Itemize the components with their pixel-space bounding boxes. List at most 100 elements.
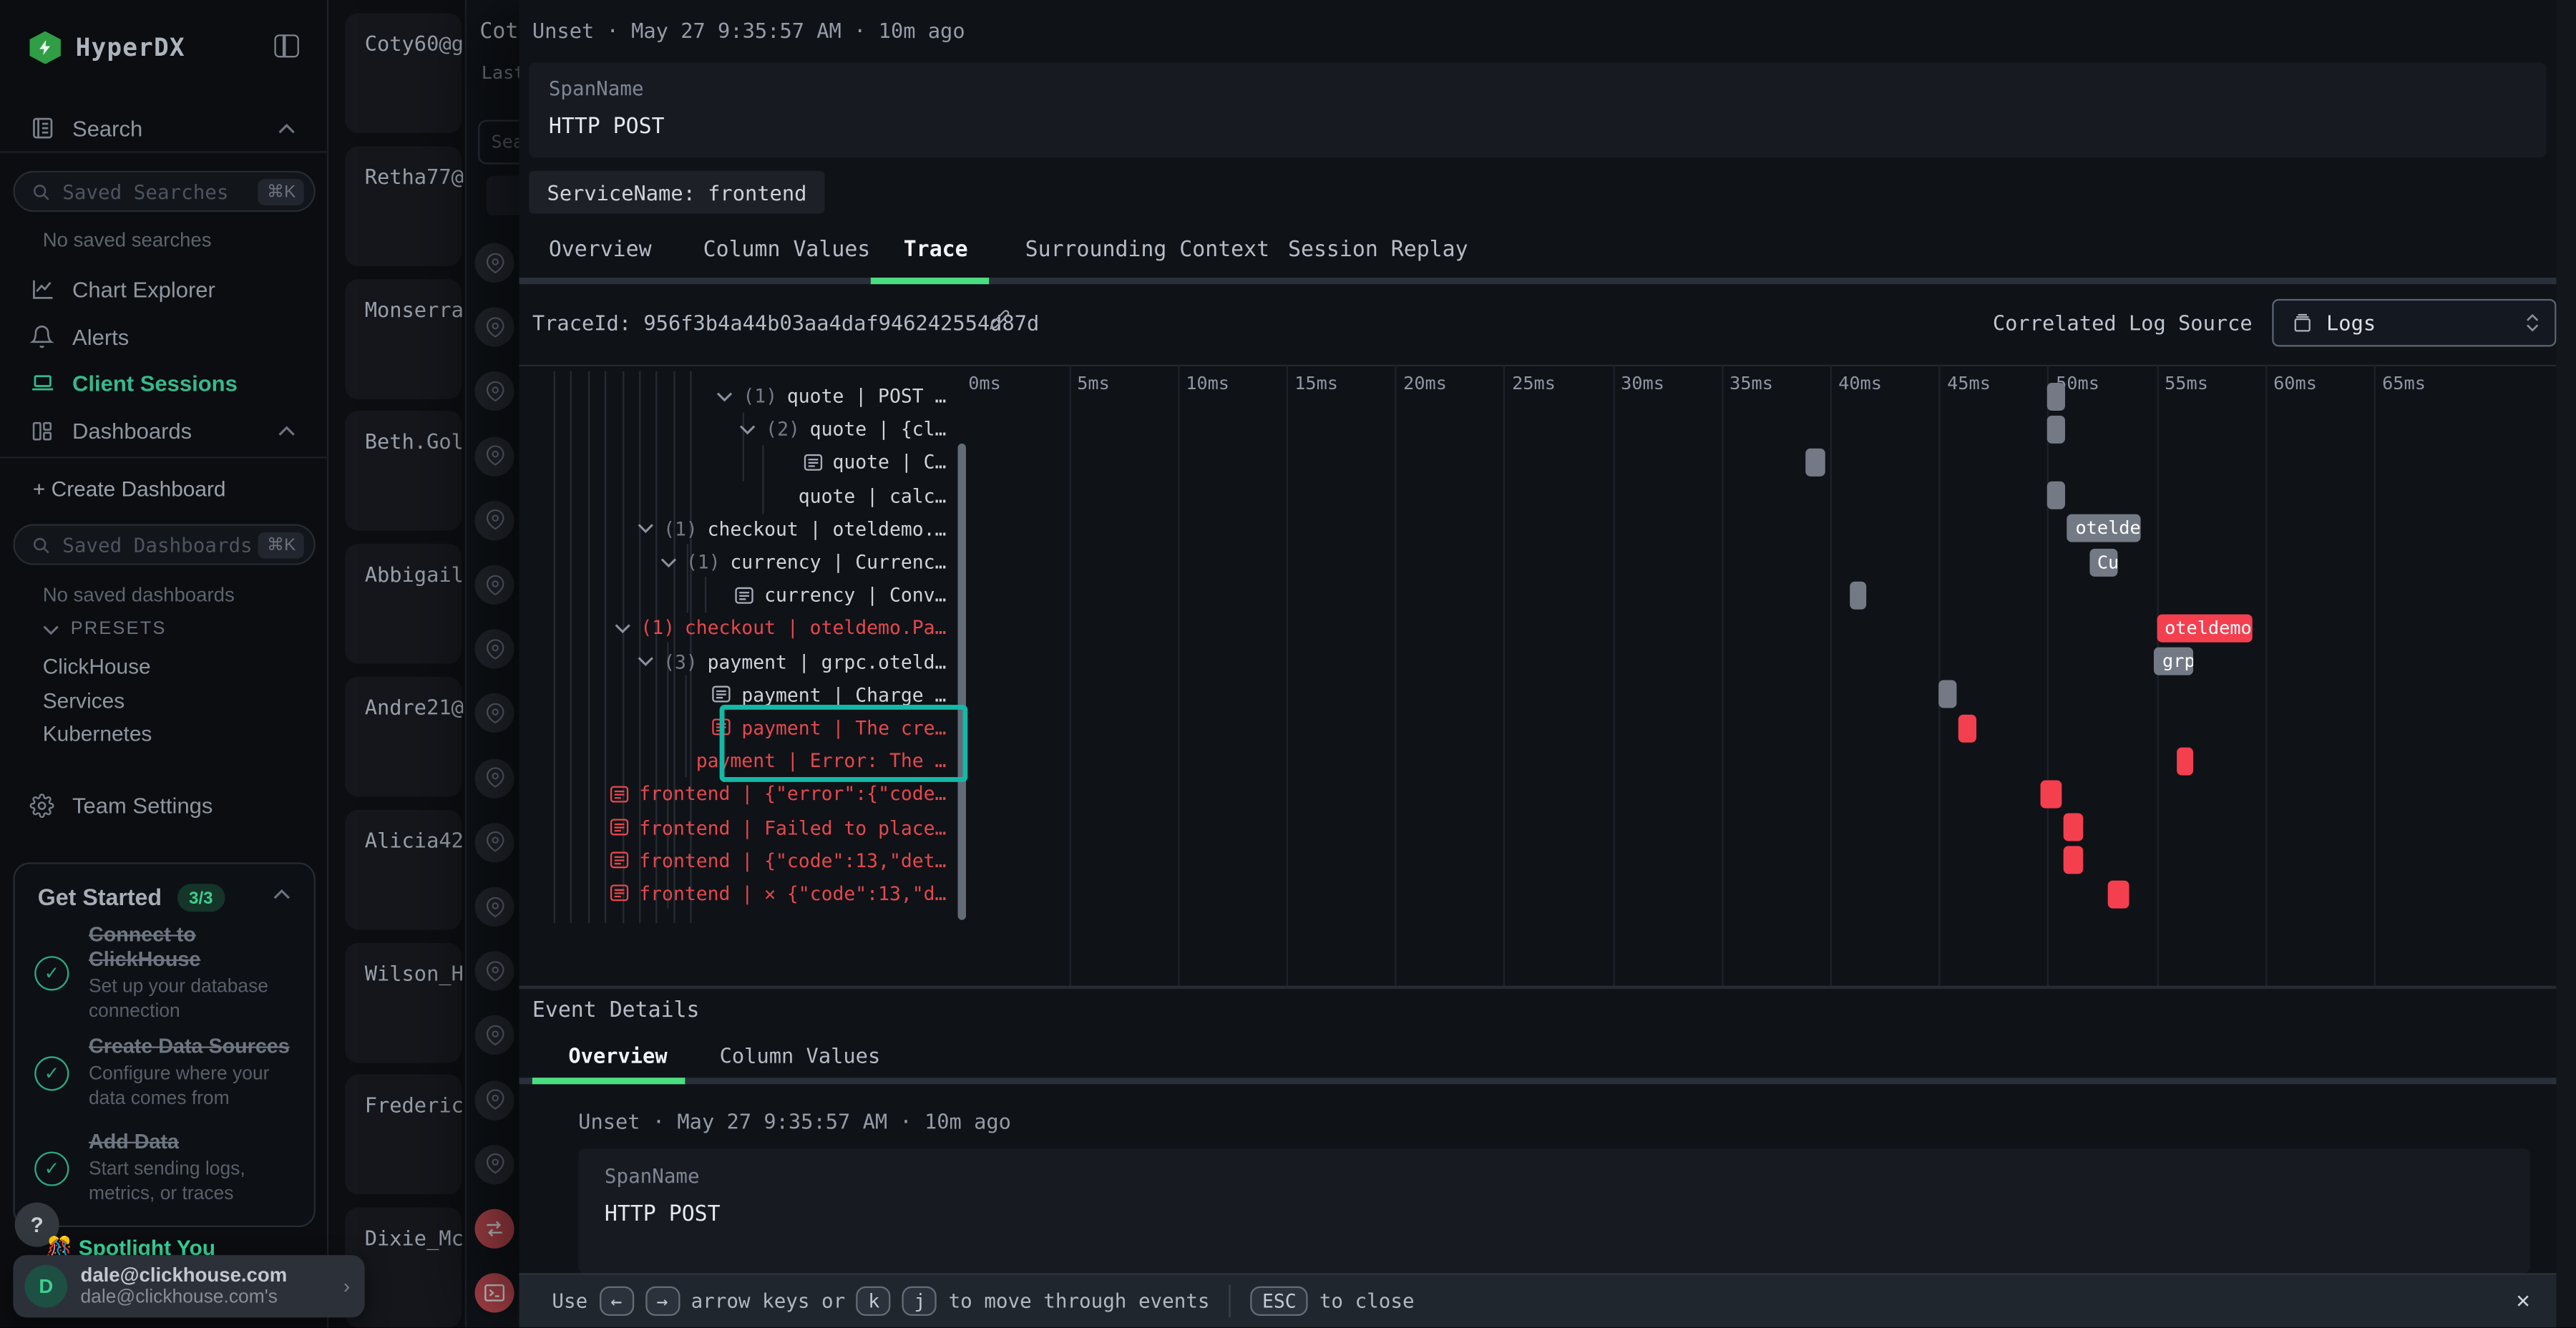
session-filter-button[interactable]: [487, 176, 519, 215]
span-bar[interactable]: oteldemo.: [2157, 614, 2253, 642]
user-menu[interactable]: D dale@clickhouse.com dale@clickhouse.co…: [13, 1255, 364, 1317]
span-bar[interactable]: [1939, 680, 1956, 708]
span-bar[interactable]: [1958, 714, 1976, 742]
tab-overview[interactable]: Overview: [549, 238, 652, 263]
divider: [519, 986, 2557, 990]
span-tree-row[interactable]: (2)quote | {cl…: [549, 413, 965, 446]
span-tree-row[interactable]: quote | C…: [549, 446, 965, 479]
preset-clickhouse[interactable]: ClickHouse: [43, 654, 151, 678]
pin-icon[interactable]: [475, 758, 514, 798]
span-tree-row[interactable]: quote | calc…: [549, 479, 965, 512]
sidebar: HyperDX Search Saved Searches ⌘K No save…: [0, 0, 328, 1327]
sidebar-item-client-sessions[interactable]: Client Sessions: [0, 360, 328, 406]
terminal-icon[interactable]: [475, 1274, 514, 1313]
gridline: [1178, 365, 1179, 986]
span-tree-row[interactable]: (3)payment | grpc.oteld…: [549, 645, 965, 678]
child-count: (1): [663, 517, 698, 540]
pin-icon[interactable]: [475, 436, 514, 476]
close-icon[interactable]: ✕: [2516, 1288, 2529, 1314]
pin-icon[interactable]: [475, 952, 514, 991]
log-doc-icon: [610, 851, 630, 869]
span-tree-row[interactable]: frontend | ✕ {"code":13,"d…: [549, 877, 965, 910]
esc-key[interactable]: ESC: [1251, 1286, 1308, 1316]
span-bar[interactable]: Cu: [2089, 548, 2117, 576]
chevron-down-icon[interactable]: [660, 556, 676, 567]
span-bar[interactable]: grpc: [2155, 648, 2194, 675]
tab-surrounding-context[interactable]: Surrounding Context: [1025, 238, 1269, 263]
chevron-down-icon[interactable]: [739, 424, 756, 435]
dashboard-grid-icon: [29, 418, 57, 442]
pin-icon[interactable]: [475, 823, 514, 862]
span-bar[interactable]: [2048, 415, 2065, 443]
create-dashboard-button[interactable]: + Create Dashboard: [33, 477, 226, 501]
chevron-down-icon[interactable]: [637, 523, 653, 534]
get-started-item[interactable]: ✓ Connect to ClickHouse Set up your data…: [34, 923, 299, 1023]
exchange-icon[interactable]: [475, 1209, 514, 1249]
span-bar[interactable]: oteldemo.: [2067, 514, 2141, 542]
chevron-down-icon[interactable]: [717, 390, 733, 401]
pin-icon[interactable]: [475, 630, 514, 669]
span-tree-row[interactable]: frontend | {"error":{"code…: [549, 778, 965, 811]
span-bar[interactable]: [2063, 814, 2084, 841]
service-name-chip[interactable]: ServiceName: frontend: [529, 171, 824, 214]
pin-icon[interactable]: [475, 243, 514, 283]
sidebar-item-alerts[interactable]: Alerts: [0, 314, 328, 360]
span-bar[interactable]: [2048, 482, 2065, 509]
arrow-right-key[interactable]: →: [645, 1286, 679, 1316]
sidebar-item-search[interactable]: Search: [0, 105, 328, 151]
span-bar[interactable]: [2063, 846, 2084, 874]
tab-column-values[interactable]: Column Values: [703, 238, 871, 263]
get-started-item[interactable]: ✓ Create Data Sources Configure where yo…: [34, 1035, 299, 1110]
pin-icon[interactable]: [475, 1016, 514, 1055]
sidebar-item-chart-explorer[interactable]: Chart Explorer: [0, 266, 328, 312]
pin-icon[interactable]: [475, 694, 514, 733]
pin-icon[interactable]: [475, 887, 514, 927]
span-tree-row[interactable]: (1)quote | POST …: [549, 379, 965, 412]
tab-trace[interactable]: Trace: [904, 238, 968, 263]
pin-icon[interactable]: [475, 501, 514, 540]
tree-scrollbar[interactable]: [958, 444, 965, 920]
pin-icon[interactable]: [475, 1080, 514, 1120]
pin-icon[interactable]: [475, 308, 514, 347]
span-tree-row[interactable]: (1)checkout | oteldemo.…: [549, 512, 965, 545]
span-bar[interactable]: [1850, 581, 1867, 609]
get-started-item[interactable]: ✓ Add Data Start sending logs, metrics, …: [34, 1131, 299, 1206]
j-key[interactable]: j: [902, 1286, 937, 1316]
presets-header[interactable]: PRESETS: [43, 620, 167, 640]
event-details-tab-overview[interactable]: Overview: [568, 1043, 667, 1068]
pin-icon[interactable]: [475, 372, 514, 411]
correlated-log-source-select[interactable]: Logs: [2272, 299, 2556, 347]
get-started-card: Get Started 3/3 ✓ Connect to ClickHouse …: [13, 862, 315, 1227]
axis-tick-label: 35ms: [1729, 373, 1773, 394]
sidebar-item-dashboards[interactable]: Dashboards: [0, 407, 328, 453]
session-user-name: Coty60@g: [365, 31, 465, 56]
pin-icon[interactable]: [475, 565, 514, 605]
preset-services[interactable]: Services: [43, 688, 125, 713]
saved-dashboards-input[interactable]: Saved Dashboards ⌘K: [13, 524, 315, 565]
k-key[interactable]: k: [857, 1286, 891, 1316]
session-search-input[interactable]: Search: [478, 120, 519, 165]
span-bar[interactable]: [2048, 382, 2065, 410]
pin-icon[interactable]: [475, 1145, 514, 1184]
span-tree-row[interactable]: frontend | Failed to place…: [549, 811, 965, 844]
chevron-up-icon[interactable]: [273, 889, 291, 900]
event-details-tab-column-values[interactable]: Column Values: [720, 1043, 881, 1068]
span-label: frontend | {"error":{"code…: [639, 783, 946, 806]
span-bar[interactable]: [2109, 879, 2129, 907]
edit-pencil-icon[interactable]: [989, 309, 1010, 331]
span-tree-row[interactable]: currency | Conv…: [549, 578, 965, 611]
sidebar-item-team-settings[interactable]: Team Settings: [0, 782, 328, 828]
span-bar[interactable]: [1806, 449, 1825, 477]
tab-session-replay[interactable]: Session Replay: [1288, 238, 1468, 263]
arrow-left-key[interactable]: ←: [599, 1286, 633, 1316]
preset-kubernetes[interactable]: Kubernetes: [43, 721, 152, 746]
span-bar[interactable]: [2041, 780, 2062, 808]
span-bar[interactable]: [2176, 747, 2193, 775]
sidebar-collapse-icon[interactable]: [274, 34, 298, 57]
saved-searches-input[interactable]: Saved Searches ⌘K: [13, 171, 315, 212]
chevron-down-icon[interactable]: [637, 655, 653, 667]
span-tree-row[interactable]: (1)checkout | oteldemo.Pa…: [549, 612, 965, 645]
span-tree-row[interactable]: frontend | {"code":13,"det…: [549, 844, 965, 877]
chevron-down-icon[interactable]: [615, 622, 631, 634]
span-tree-row[interactable]: (1)currency | Currenc…: [549, 545, 965, 578]
